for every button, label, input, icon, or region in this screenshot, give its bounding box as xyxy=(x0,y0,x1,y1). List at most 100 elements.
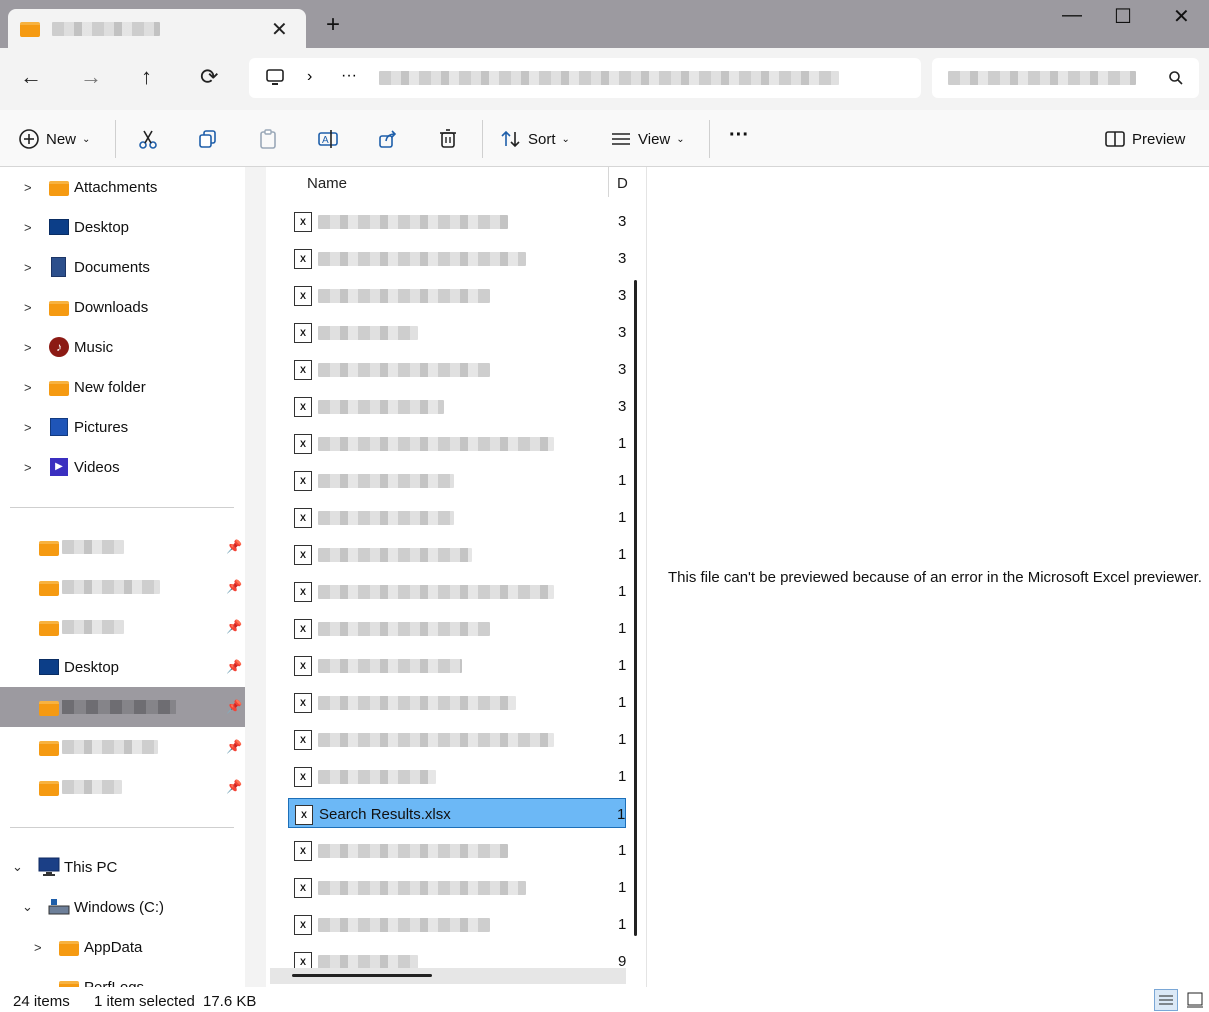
preview-pane-button[interactable]: Preview xyxy=(1104,128,1185,150)
maximize-button[interactable]: ☐ xyxy=(1114,4,1132,29)
up-button[interactable]: ↑ xyxy=(141,64,152,90)
table-row[interactable]: X1 xyxy=(288,687,626,717)
toolbar-divider xyxy=(482,120,483,158)
pinned-item[interactable]: 📌 xyxy=(0,609,245,645)
excel-file-icon: X xyxy=(294,249,312,269)
address-bar[interactable]: › ··· xyxy=(249,58,921,98)
table-row[interactable]: X3 xyxy=(288,243,626,273)
table-row[interactable]: X3 xyxy=(288,391,626,421)
table-row[interactable]: X1 xyxy=(288,576,626,606)
folder-icon xyxy=(49,181,69,196)
forward-button[interactable]: → xyxy=(80,64,102,90)
navigation-bar: ← → ↑ ⟳ › ··· xyxy=(0,48,1209,110)
table-row-selected[interactable]: X Search Results.xlsx 1 xyxy=(288,798,626,828)
table-row[interactable]: X1 xyxy=(288,724,626,754)
search-box[interactable] xyxy=(932,58,1199,98)
file-date: 1 xyxy=(618,916,627,933)
table-row[interactable]: X1 xyxy=(288,872,626,902)
folder-icon xyxy=(39,541,59,556)
selection-count: 1 item selected xyxy=(94,993,195,1010)
pinned-item[interactable]: 📌 xyxy=(0,529,245,565)
table-row[interactable]: X1 xyxy=(288,835,626,865)
close-tab-icon[interactable]: ✕ xyxy=(271,17,288,42)
sidebar-item-windows-c[interactable]: ⌄ Windows (C:) xyxy=(0,889,245,925)
excel-file-icon: X xyxy=(294,286,312,306)
breadcrumb-chevron-icon[interactable]: › xyxy=(307,68,312,86)
table-row[interactable]: X1 xyxy=(288,613,626,643)
table-row[interactable]: X3 xyxy=(288,317,626,347)
copy-button[interactable] xyxy=(197,128,219,150)
sidebar-item-videos[interactable]: > ▶ Videos xyxy=(0,449,245,485)
sidebar-item-label: Pictures xyxy=(74,418,129,436)
table-row[interactable]: X3 xyxy=(288,280,626,310)
sidebar-item-desktop[interactable]: > Desktop xyxy=(0,209,245,245)
chevron-down-icon[interactable]: ⌄ xyxy=(12,859,23,875)
cut-button[interactable] xyxy=(137,128,159,150)
sort-button[interactable]: Sort ⌄ xyxy=(500,128,570,150)
delete-button[interactable] xyxy=(437,128,459,150)
chevron-right-icon[interactable]: > xyxy=(24,380,32,395)
excel-file-icon: X xyxy=(294,471,312,491)
chevron-right-icon[interactable]: > xyxy=(24,260,32,275)
chevron-right-icon[interactable]: > xyxy=(24,180,32,195)
chevron-down-icon: ⌄ xyxy=(676,133,685,145)
pinned-item[interactable]: 📌 xyxy=(0,769,245,805)
back-button[interactable]: ← xyxy=(20,64,42,90)
chevron-right-icon[interactable]: > xyxy=(24,460,32,475)
sidebar-item-new-folder[interactable]: > New folder xyxy=(0,369,245,405)
table-row[interactable]: X1 xyxy=(288,761,626,791)
view-button[interactable]: View ⌄ xyxy=(610,128,685,150)
sidebar-item-this-pc[interactable]: ⌄ This PC xyxy=(0,849,245,885)
pinned-label-redacted xyxy=(62,580,160,594)
column-separator[interactable] xyxy=(608,167,609,197)
pinned-item[interactable]: 📌 xyxy=(0,569,245,605)
table-row[interactable]: X1 xyxy=(288,650,626,680)
sidebar-item-appdata[interactable]: > AppData xyxy=(0,929,245,965)
large-icons-view-icon[interactable] xyxy=(1183,989,1207,1011)
sidebar-item-music[interactable]: > ♪ Music xyxy=(0,329,245,365)
chevron-right-icon[interactable]: > xyxy=(24,420,32,435)
rename-button[interactable]: A xyxy=(317,128,339,150)
share-button[interactable] xyxy=(377,128,399,150)
sidebar-item-downloads[interactable]: > Downloads xyxy=(0,289,245,325)
chevron-down-icon[interactable]: ⌄ xyxy=(22,899,33,915)
paste-button[interactable] xyxy=(257,128,279,150)
table-row[interactable]: X1 xyxy=(288,428,626,458)
table-row[interactable]: X3 xyxy=(288,354,626,384)
breadcrumb-more-button[interactable]: ··· xyxy=(341,67,357,85)
column-header-name[interactable]: Name xyxy=(307,175,347,192)
pinned-item-selected[interactable]: 📌 xyxy=(0,687,245,727)
table-row[interactable]: X1 xyxy=(288,502,626,532)
table-row[interactable]: X1 xyxy=(288,909,626,939)
file-list-vertical-scrollbar[interactable] xyxy=(634,280,637,936)
chevron-right-icon[interactable]: > xyxy=(24,220,32,235)
sidebar-item-label: AppData xyxy=(84,938,143,956)
tab-active[interactable]: ✕ xyxy=(8,9,306,48)
new-button[interactable]: New ⌄ xyxy=(18,128,90,150)
sidebar-item-pictures[interactable]: > Pictures xyxy=(0,409,245,445)
file-date: 3 xyxy=(618,398,627,415)
minimize-button[interactable]: — xyxy=(1062,4,1082,27)
close-window-button[interactable]: ✕ xyxy=(1173,4,1190,29)
file-list-horizontal-scrollbar[interactable] xyxy=(292,974,432,977)
chevron-right-icon[interactable]: > xyxy=(24,340,32,355)
more-options-button[interactable]: ··· xyxy=(729,124,749,147)
file-date: 1 xyxy=(618,509,627,526)
sidebar-item-attachments[interactable]: > Attachments xyxy=(0,169,245,205)
new-tab-button[interactable]: + xyxy=(326,13,340,37)
refresh-button[interactable]: ⟳ xyxy=(200,64,218,90)
sidebar-divider xyxy=(10,507,234,508)
chevron-right-icon[interactable]: > xyxy=(34,940,42,955)
table-row[interactable]: X1 xyxy=(288,539,626,569)
details-view-icon[interactable] xyxy=(1154,989,1178,1011)
pinned-item-desktop[interactable]: Desktop 📌 xyxy=(0,649,245,685)
sidebar-item-documents[interactable]: > Documents xyxy=(0,249,245,285)
table-row[interactable]: X1 xyxy=(288,465,626,495)
sidebar-item-perflogs[interactable]: PerfLogs xyxy=(0,969,245,987)
pinned-item[interactable]: 📌 xyxy=(0,729,245,765)
sidebar-item-label: PerfLogs xyxy=(84,978,145,988)
command-bar: New ⌄ A Sort ⌄ View ⌄ ··· Preview xyxy=(0,110,1209,167)
table-row[interactable]: X3 xyxy=(288,206,626,236)
column-header-date[interactable]: D xyxy=(617,175,628,192)
chevron-right-icon[interactable]: > xyxy=(24,300,32,315)
